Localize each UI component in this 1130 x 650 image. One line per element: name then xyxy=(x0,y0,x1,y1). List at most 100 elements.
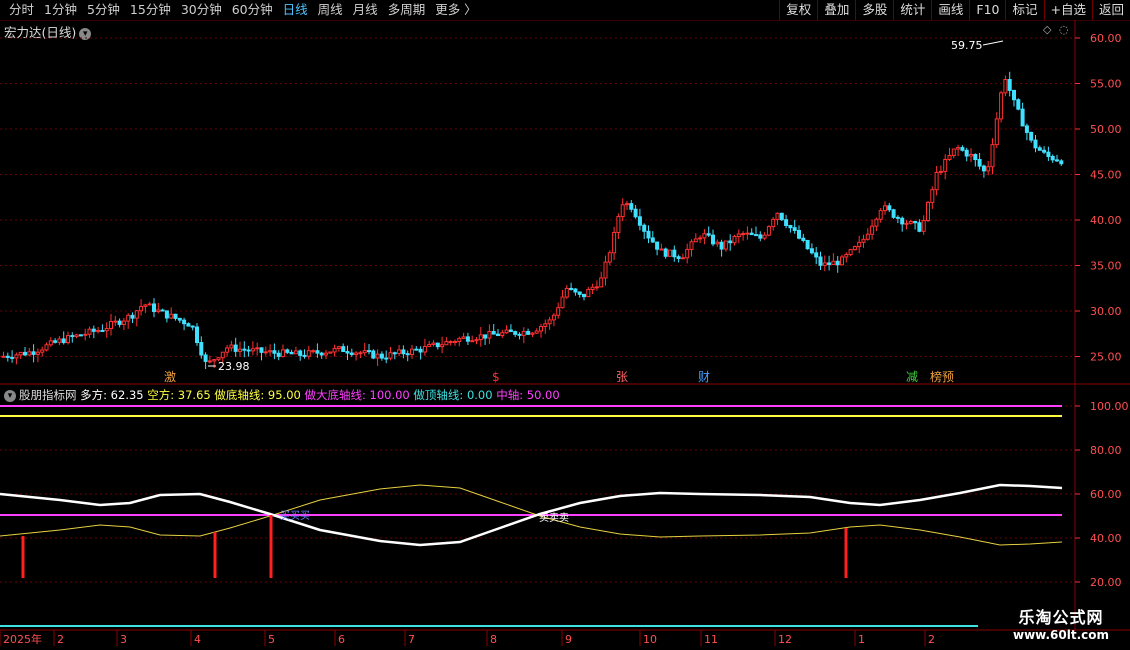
candle-body xyxy=(70,335,75,338)
event-marker[interactable]: 减 xyxy=(906,370,918,384)
candle-body xyxy=(969,153,973,157)
candle-body xyxy=(895,216,900,219)
candle-body xyxy=(762,234,767,239)
event-marker[interactable]: 财 xyxy=(698,370,710,384)
candle-body xyxy=(410,348,414,355)
event-marker[interactable]: $ xyxy=(492,370,500,384)
candle-body xyxy=(1003,79,1008,94)
candle-body xyxy=(663,248,668,257)
candle-body xyxy=(276,352,281,357)
candle-body xyxy=(504,329,509,334)
candle-body xyxy=(397,349,402,354)
candle-body xyxy=(900,217,905,225)
candle-body xyxy=(672,249,677,258)
indicator-title[interactable]: ▾ 股朋指标网 多方: 62.35 空方: 37.65 做底轴线: 95.00 做… xyxy=(4,387,560,403)
candle-body xyxy=(943,158,948,172)
candle-body xyxy=(625,203,629,206)
candle-body xyxy=(225,347,230,353)
candle-body xyxy=(203,354,208,362)
candle-body xyxy=(401,349,406,355)
candle-body xyxy=(797,230,801,239)
candle-body xyxy=(754,234,758,237)
candle-body xyxy=(61,338,66,344)
candle-body xyxy=(186,323,191,327)
candle-body xyxy=(835,260,840,266)
candle-body xyxy=(870,225,875,235)
candle-body xyxy=(861,238,866,243)
candle-body xyxy=(139,305,144,312)
candle-body xyxy=(220,351,225,359)
candle-body xyxy=(255,347,260,350)
candle-body xyxy=(298,350,303,356)
indicator-value-0: 多方: 62.35 xyxy=(80,388,148,402)
candle-body xyxy=(31,351,36,355)
event-marker[interactable]: 激 xyxy=(164,370,176,384)
candle-body xyxy=(526,330,531,335)
candle-body xyxy=(947,154,952,160)
watermark-url: www.60lt.com xyxy=(1012,628,1110,642)
candle-body xyxy=(1016,99,1021,110)
candle-body xyxy=(242,348,247,351)
candle-body xyxy=(827,262,832,266)
event-marker[interactable]: 榜预 xyxy=(930,369,954,384)
time-tick-label: 12 xyxy=(778,633,792,646)
candle-body xyxy=(586,289,591,298)
candle-body xyxy=(848,249,853,256)
indicator-value-1: 空方: 37.65 xyxy=(147,388,215,402)
candle-body xyxy=(126,314,131,322)
chevron-down-icon[interactable]: ▾ xyxy=(4,389,16,402)
candle-body xyxy=(147,303,152,306)
event-marker[interactable]: 张 xyxy=(616,370,628,384)
candle-body xyxy=(865,233,870,240)
price-axis: 60.00 55.00 50.00 45.00 40.00 35.00 30.00 25.00 xyxy=(1075,32,1122,364)
candle-body xyxy=(285,349,290,353)
candle-body xyxy=(680,257,685,260)
indicator-tick-label: 40.00 xyxy=(1090,532,1122,545)
candle-body xyxy=(891,209,896,218)
candle-body xyxy=(367,350,371,353)
candle-body xyxy=(470,340,475,343)
candle-body xyxy=(427,343,432,347)
candle-body xyxy=(40,349,45,353)
candle-body xyxy=(422,345,427,353)
candle-body xyxy=(182,319,187,325)
candle-body xyxy=(491,331,496,335)
candle-body xyxy=(195,326,199,344)
candle-body xyxy=(83,333,88,336)
candle-body xyxy=(857,241,862,248)
candle-body xyxy=(238,348,242,352)
diamond-icon[interactable]: ◇ xyxy=(1043,23,1052,36)
price-tick-label: 45.00 xyxy=(1090,169,1122,182)
candle-body xyxy=(109,320,113,330)
candle-body xyxy=(534,330,539,334)
candle-body xyxy=(57,338,62,343)
candle-body xyxy=(771,218,776,228)
candle-body xyxy=(650,237,655,243)
settings-icon[interactable]: ◌ xyxy=(1059,23,1069,36)
candle-body xyxy=(508,329,513,333)
candle-body xyxy=(444,341,449,346)
kline-chart[interactable]: 60.00 55.00 50.00 45.00 40.00 35.00 30.00 25.00… xyxy=(0,0,1130,650)
candle-body xyxy=(117,320,122,325)
candle-body xyxy=(517,333,522,336)
candle-body xyxy=(18,351,23,356)
indicator-tick-label: 100.00 xyxy=(1090,400,1129,413)
candle-body xyxy=(599,277,604,288)
candle-body xyxy=(319,352,324,356)
candle-body xyxy=(994,118,999,146)
candle-body xyxy=(152,303,156,313)
time-tick-label: 5 xyxy=(268,633,275,646)
candle-body xyxy=(560,296,565,309)
candle-body xyxy=(908,221,913,224)
candle-body xyxy=(719,241,724,250)
candle-body xyxy=(431,342,436,345)
candle-body xyxy=(956,147,961,150)
candle-body xyxy=(702,233,707,239)
candle-body xyxy=(1059,160,1064,165)
candle-body xyxy=(388,352,393,359)
time-tick-label: 4 xyxy=(194,633,201,646)
candle-body xyxy=(130,314,135,319)
candle-body xyxy=(48,340,53,346)
candle-body xyxy=(121,320,126,325)
candle-body xyxy=(779,212,784,221)
